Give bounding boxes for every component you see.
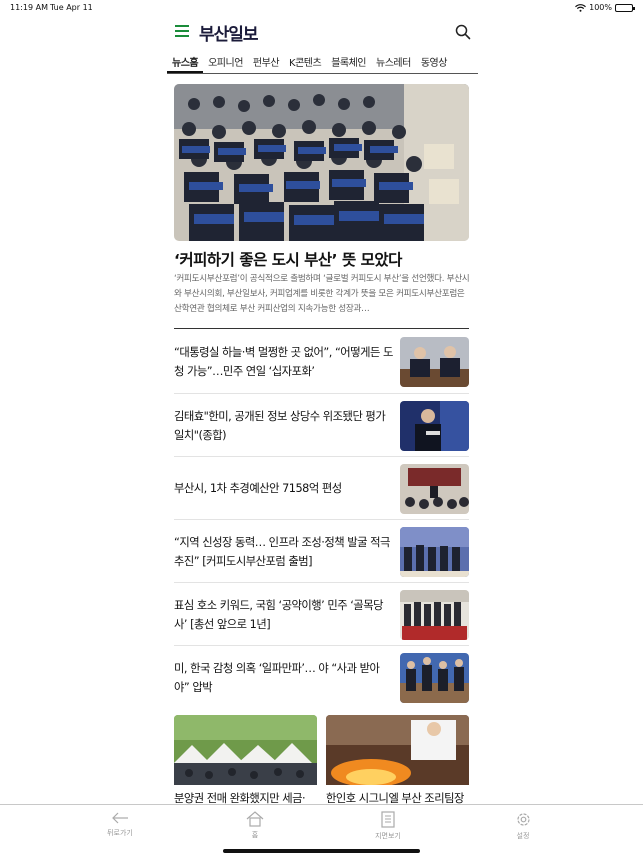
- hero-image[interactable]: [174, 84, 469, 241]
- article-item[interactable]: “대통령실 하늘·벽 멀쩡한 곳 없어”, “어떻게든 도청 가능”…민주 연일…: [174, 330, 469, 393]
- article-thumbnail: [400, 464, 469, 514]
- tab-k-content[interactable]: K콘텐츠: [284, 52, 326, 73]
- tabbar-settings-label: 설정: [516, 832, 530, 840]
- article-item[interactable]: 김태효"한미, 공개된 정보 상당수 위조됐단 평가 일치"(종합): [174, 394, 469, 457]
- back-arrow-icon: [112, 812, 128, 824]
- status-time: 11:19 AM: [10, 3, 48, 12]
- tab-video[interactable]: 동영상: [416, 52, 452, 73]
- tabbar-print-edition-label: 지면보기: [375, 832, 401, 840]
- article-item[interactable]: 표심 호소 키워드, 국힘 ‘공약이행’ 민주 ‘골목당사’ [총선 앞으로 1…: [174, 583, 469, 646]
- article-item[interactable]: “지역 신성장 동력… 인프라 조성·정책 발굴 적극 추진” [커피도시부산포…: [174, 520, 469, 583]
- article-thumbnail: [400, 527, 469, 577]
- article-thumbnail: [400, 337, 469, 387]
- hamburger-menu-icon[interactable]: [175, 25, 189, 37]
- tabbar-back-label: 뒤로가기: [107, 829, 133, 837]
- tab-newsletter[interactable]: 뉴스레터: [371, 52, 416, 73]
- home-indicator[interactable]: [223, 849, 420, 853]
- hero-headline[interactable]: ‘커피하기 좋은 도시 부산’ 뜻 모았다: [174, 248, 474, 270]
- newspaper-icon: [381, 811, 395, 828]
- article-item[interactable]: 미, 한국 감청 의혹 ‘일파만파’… 야 “사과 받아야” 압박: [174, 646, 469, 709]
- wifi-icon: [575, 3, 587, 12]
- tabbar-settings[interactable]: 설정: [493, 811, 553, 841]
- news-card-image: [326, 715, 469, 785]
- article-thumbnail: [400, 653, 469, 703]
- status-date: Tue Apr 11: [50, 3, 93, 12]
- status-bar: 11:19 AM Tue Apr 11 100%: [0, 0, 643, 16]
- article-thumbnail: [400, 590, 469, 640]
- search-icon[interactable]: [455, 24, 471, 40]
- hero-divider: [174, 328, 469, 329]
- app-logo[interactable]: 부산일보: [199, 20, 259, 45]
- article-title: 김태효"한미, 공개된 정보 상당수 위조됐단 평가 일치"(종합): [174, 409, 386, 442]
- article-title: 표심 호소 키워드, 국힘 ‘공약이행’ 민주 ‘골목당사’ [총선 앞으로 1…: [174, 598, 384, 631]
- category-tabs: 뉴스홈 오피니언 펀부산 K콘텐츠 블록체인 뉴스레터 동영상: [167, 52, 478, 74]
- tabbar-print-edition[interactable]: 지면보기: [358, 811, 418, 841]
- news-card[interactable]: 분양권 전매 완화했지만 세금·: [174, 715, 317, 806]
- article-title: 부산시, 1차 추경예산안 7158억 편성: [174, 482, 342, 495]
- battery-percent: 100%: [589, 3, 612, 12]
- article-title: “대통령실 하늘·벽 멀쩡한 곳 없어”, “어떻게든 도청 가능”…민주 연일…: [174, 345, 393, 378]
- tab-fun-busan[interactable]: 펀부산: [248, 52, 284, 73]
- status-right: 100%: [575, 3, 635, 12]
- article-item[interactable]: 부산시, 1차 추경예산안 7158억 편성: [174, 457, 469, 520]
- news-card[interactable]: 한인호 시그니엘 부산 조리팀장: [326, 715, 469, 806]
- home-icon: [246, 811, 264, 827]
- news-card-image: [174, 715, 317, 785]
- tab-opinion[interactable]: 오피니언: [203, 52, 248, 73]
- article-title: “지역 신성장 동력… 인프라 조성·정책 발굴 적극 추진” [커피도시부산포…: [174, 535, 390, 568]
- tabbar-home-label: 홈: [251, 831, 259, 839]
- gear-icon: [516, 813, 530, 826]
- app-header: 부산일보: [0, 16, 643, 48]
- tabbar-back[interactable]: 뒤로가기: [90, 811, 150, 838]
- article-title: 미, 한국 감청 의혹 ‘일파만파’… 야 “사과 받아야” 압박: [174, 661, 380, 694]
- tabbar-home[interactable]: 홈: [225, 811, 285, 840]
- battery-icon: [615, 3, 635, 12]
- tab-news-home[interactable]: 뉴스홈: [167, 52, 204, 73]
- tab-blockchain[interactable]: 블록체인: [326, 52, 371, 73]
- hero-summary: ‘커피도시부산포럼’이 공식적으로 출범하며 ‘글로벌 커피도시 부산’을 선언…: [174, 274, 470, 314]
- article-thumbnail: [400, 401, 469, 451]
